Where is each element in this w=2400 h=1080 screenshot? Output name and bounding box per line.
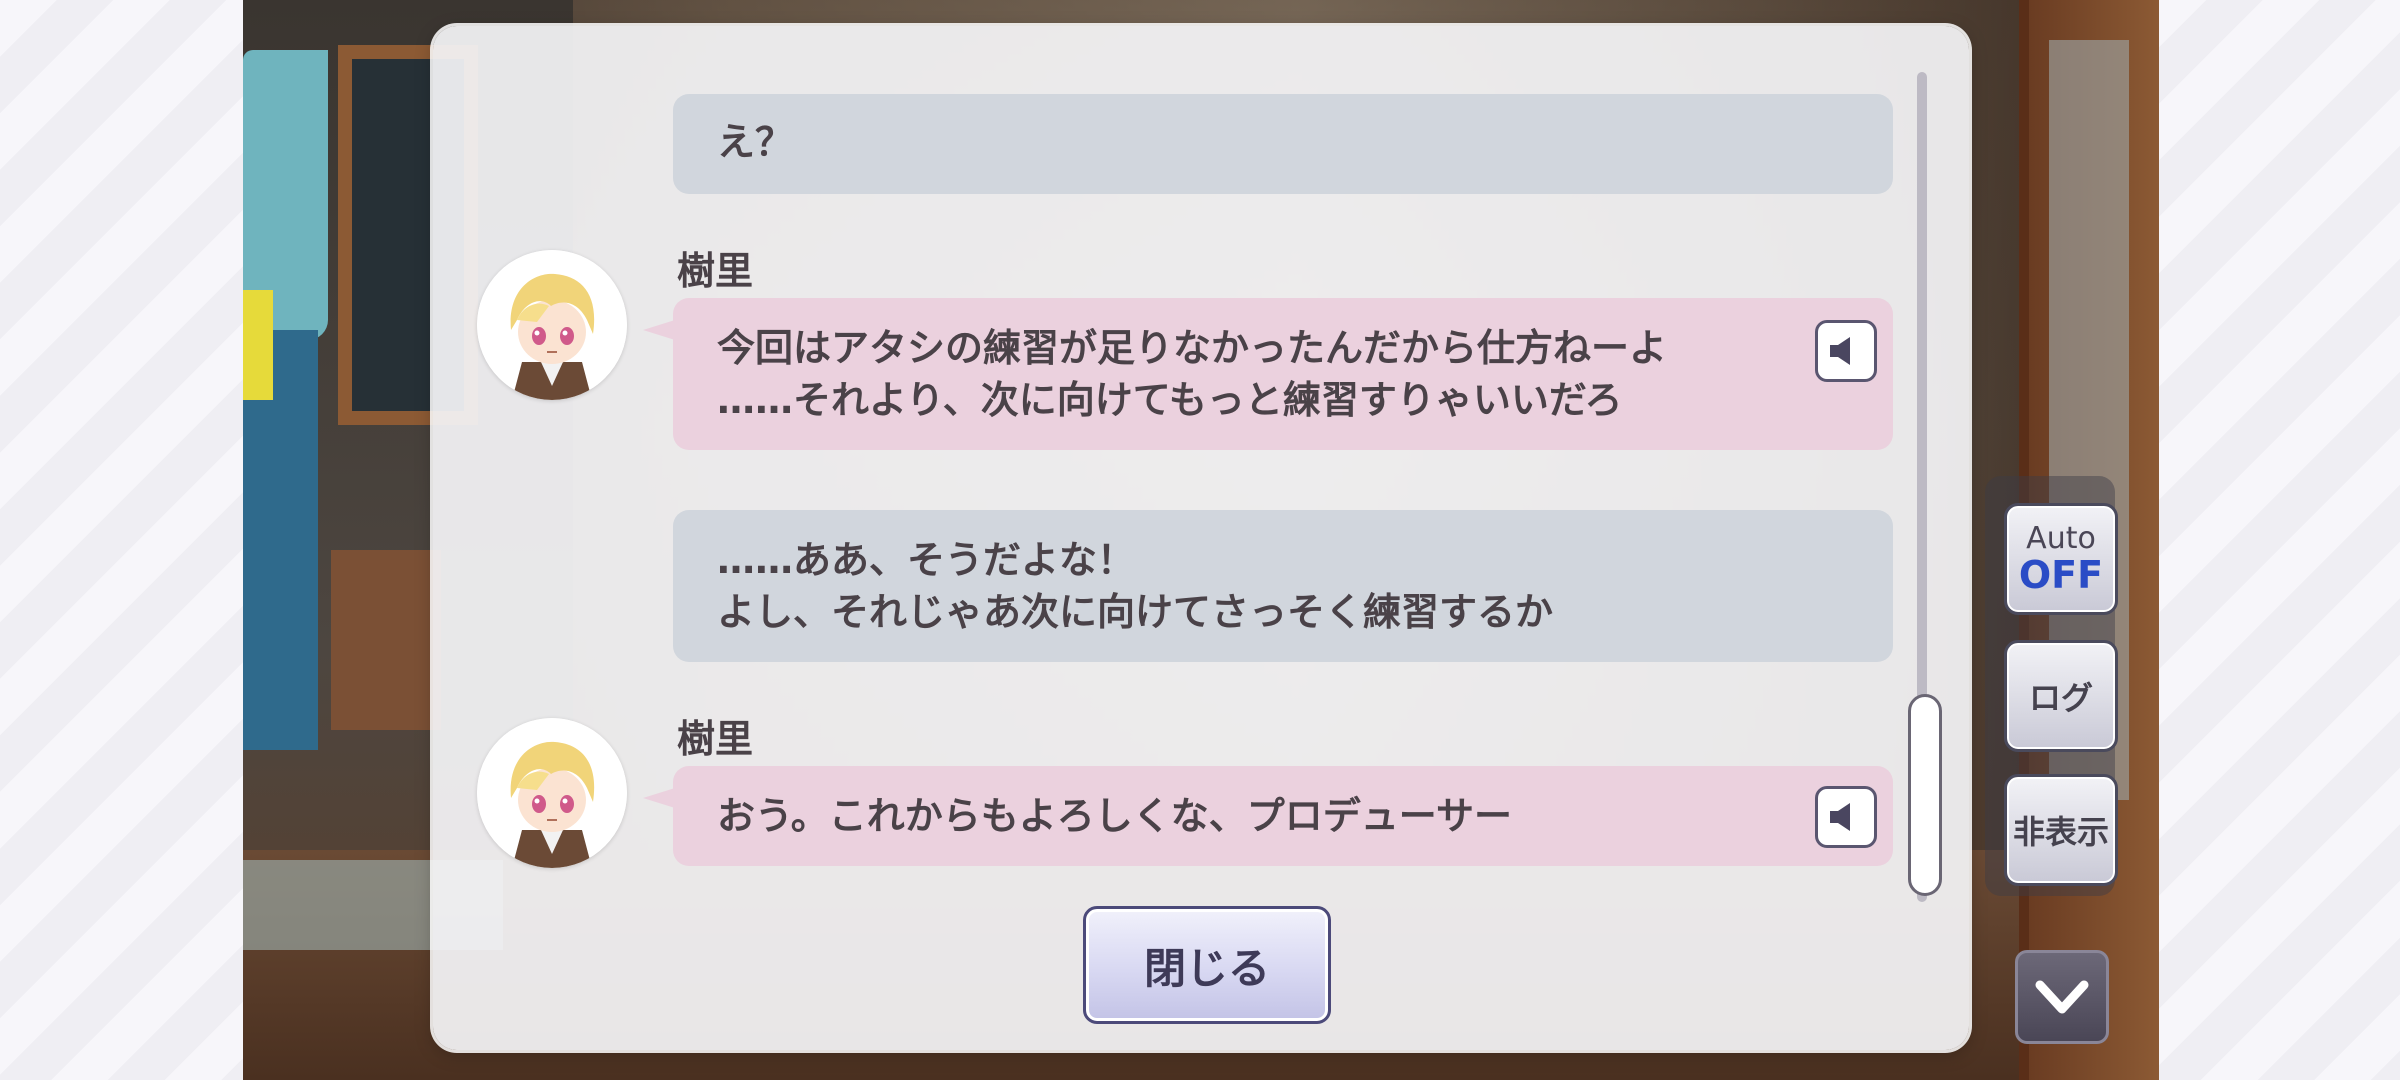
message-line: え？ (717, 120, 794, 164)
speaker-icon (1830, 337, 1859, 365)
message-line: おう。これからもよろしくな、プロデューサー (717, 794, 1512, 838)
log-button[interactable]: ログ (2004, 640, 2118, 752)
message-line: 今回はアタシの練習が足りなかったんだから仕方ねーよ (717, 326, 1668, 370)
log-message-protagonist: ……ああ、そうだよな！ よし、それじゃあ次に向けてさっそく練習するか (673, 510, 1893, 662)
speaker-name: 樹里 (677, 249, 754, 293)
voice-replay-button[interactable] (1815, 320, 1877, 382)
bubble-tail (643, 320, 675, 340)
log-label: ログ (2028, 679, 2093, 717)
auto-state: OFF (2018, 553, 2104, 597)
log-message-character: おう。これからもよろしくな、プロデューサー (643, 766, 1893, 866)
bubble-tail (643, 788, 675, 808)
message-line: よし、それじゃあ次に向けてさっそく練習するか (717, 590, 1554, 634)
close-button[interactable]: 閉じる (1083, 906, 1331, 1024)
auto-toggle-button[interactable]: Auto OFF (2004, 503, 2118, 615)
scene-poster (243, 290, 273, 400)
character-avatar-juri (477, 250, 627, 400)
log-message-protagonist: え？ (673, 94, 1893, 194)
advance-button[interactable] (2015, 950, 2109, 1044)
message-log-dialog: え？ 樹里 今回はアタシの練習が足りなかったんだから仕方ねーよ ……それより、次… (433, 26, 1969, 1050)
hide-label: 非表示 (2012, 813, 2109, 851)
voice-replay-button[interactable] (1815, 786, 1877, 848)
auto-label: Auto (2026, 521, 2096, 556)
message-line: ……ああ、そうだよな！ (717, 538, 1136, 582)
message-line: ……それより、次に向けてもっと練習すりゃいいだろ (717, 378, 1623, 422)
chevron-down-icon (2035, 980, 2089, 1014)
speaker-name: 樹里 (677, 717, 754, 761)
scene-shelf (331, 550, 441, 730)
log-message-character: 今回はアタシの練習が足りなかったんだから仕方ねーよ ……それより、次に向けてもっ… (643, 298, 1893, 450)
speaker-icon (1830, 803, 1859, 831)
hide-ui-button[interactable]: 非表示 (2004, 774, 2118, 886)
log-scrollbar-thumb[interactable] (1908, 694, 1942, 896)
character-avatar-juri (477, 718, 627, 868)
